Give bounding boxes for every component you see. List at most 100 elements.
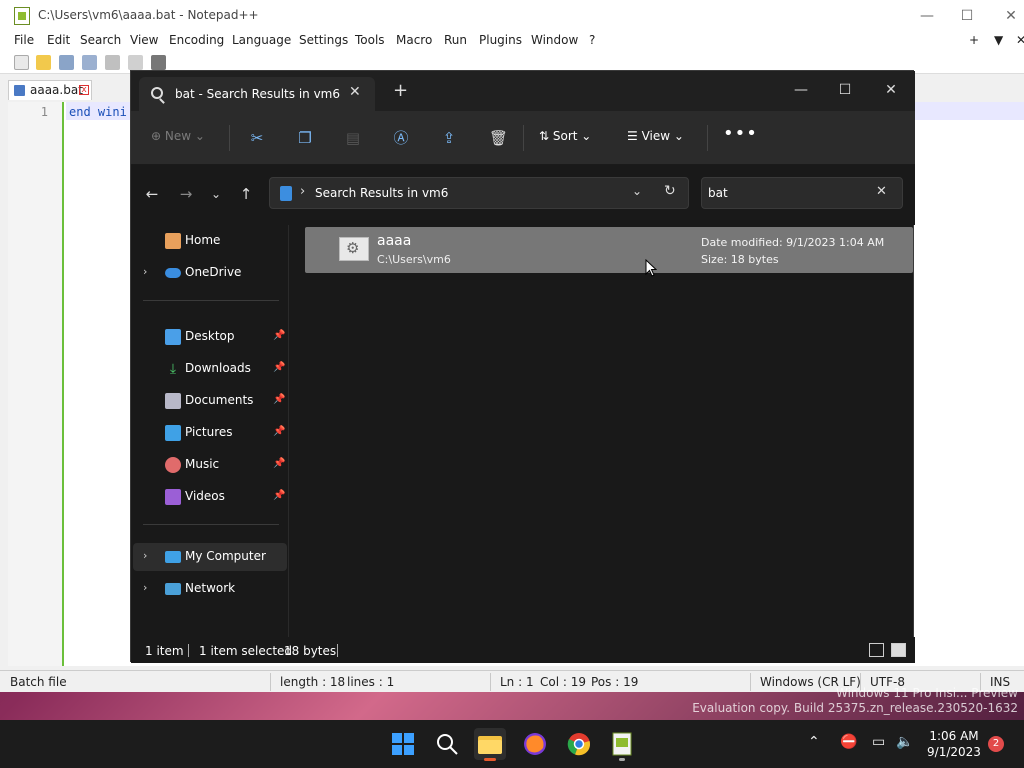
menu-macro[interactable]: Macro	[396, 33, 432, 47]
display-icon[interactable]: ▭	[872, 734, 885, 750]
menu-close-doc[interactable]: ✕	[1016, 33, 1024, 47]
rename-icon[interactable]: Ⓐ	[393, 130, 409, 146]
close-file-icon[interactable]	[105, 55, 120, 70]
close-button[interactable]: ✕	[996, 5, 1024, 27]
maximize-button[interactable]: ☐	[952, 5, 982, 27]
expand-chevron-icon[interactable]: ›	[143, 581, 147, 594]
nav-item-pictures[interactable]: Pictures 📌	[133, 419, 287, 447]
cut-icon[interactable]: ✂	[249, 130, 265, 146]
up-button[interactable]: ↑	[235, 183, 257, 205]
menu-tools[interactable]: Tools	[355, 33, 385, 47]
expand-chevron-icon[interactable]: ›	[143, 265, 147, 278]
search-folder-icon	[280, 186, 292, 201]
view-button[interactable]: ☰ View ⌄	[627, 129, 684, 143]
taskbar-file-explorer[interactable]	[474, 728, 506, 761]
nav-item-documents[interactable]: Documents 📌	[133, 387, 287, 415]
copy-icon[interactable]: ❐	[297, 130, 313, 146]
explorer-tab[interactable]: bat - Search Results in vm6 ✕	[139, 77, 375, 111]
nav-item-label: Desktop	[185, 329, 235, 343]
pin-icon: 📌	[273, 490, 286, 501]
clear-search-icon[interactable]: ✕	[876, 184, 887, 199]
watermark-edition: Windows 11 Pro Insi... Preview	[835, 686, 1018, 700]
document-tab[interactable]: aaaa.bat x	[8, 80, 92, 100]
command-separator	[707, 125, 708, 151]
menu-settings[interactable]: Settings	[299, 33, 348, 47]
nav-item-videos[interactable]: Videos 📌	[133, 483, 287, 511]
status-selected: 1 item selected	[199, 644, 293, 658]
open-file-icon[interactable]	[36, 55, 51, 70]
volume-icon[interactable]: 🔈	[896, 734, 913, 750]
refresh-icon[interactable]: ↻	[664, 183, 676, 199]
expand-chevron-icon[interactable]: ›	[143, 549, 147, 562]
nav-item-downloads[interactable]: ⤓ Downloads 📌	[133, 355, 287, 383]
menu-plugins[interactable]: Plugins	[479, 33, 522, 47]
taskbar: ⌃ ⛔ ▭ 🔈 1:06 AM 9/1/2023 2	[0, 720, 1024, 768]
menu-language[interactable]: Language	[232, 33, 291, 47]
nav-item-home[interactable]: Home	[133, 227, 287, 255]
new-button-label: New	[164, 129, 192, 143]
minimize-button[interactable]: —	[912, 5, 942, 27]
result-file-name: aaaa	[377, 233, 412, 249]
menu-encoding[interactable]: Encoding	[169, 33, 224, 47]
details-view-icon[interactable]	[869, 643, 884, 657]
nav-item-music[interactable]: Music 📌	[133, 451, 287, 479]
nav-item-my-computer[interactable]: › My Computer	[133, 543, 287, 571]
more-options-button[interactable]: •••	[723, 123, 758, 144]
new-file-icon[interactable]	[14, 55, 29, 70]
menu-view[interactable]: View	[130, 33, 158, 47]
print-icon[interactable]	[151, 55, 166, 70]
clock-date: 9/1/2023	[927, 745, 981, 759]
menu-window[interactable]: Window	[531, 33, 578, 47]
search-input[interactable]	[708, 183, 868, 203]
menu-search[interactable]: Search	[80, 33, 121, 47]
menu-edit[interactable]: Edit	[47, 33, 70, 47]
tab-close-icon[interactable]: ✕	[349, 84, 361, 100]
notification-badge[interactable]: 2	[988, 736, 1004, 752]
close-icon[interactable]: x	[79, 85, 89, 95]
new-tab-button[interactable]: +	[393, 82, 408, 100]
delete-icon[interactable]: 🗑	[489, 130, 508, 146]
taskbar-firefox[interactable]	[519, 728, 551, 760]
address-bar[interactable]: › Search Results in vm6 ⌄ ↻	[269, 177, 689, 209]
new-button[interactable]: ⊕ New ⌄	[151, 129, 205, 143]
explorer-maximize-button[interactable]: ☐	[825, 77, 865, 103]
explorer-minimize-button[interactable]: —	[781, 77, 821, 103]
nav-item-onedrive[interactable]: › OneDrive	[133, 259, 287, 287]
nav-item-desktop[interactable]: Desktop 📌	[133, 323, 287, 351]
pin-icon: 📌	[273, 362, 286, 373]
sort-button-label: Sort	[552, 129, 578, 143]
forward-button[interactable]: →	[175, 183, 197, 205]
menu-new-tab[interactable]: +	[969, 33, 979, 47]
menu-file[interactable]: File	[14, 33, 34, 47]
explorer-close-button[interactable]: ✕	[871, 77, 911, 103]
status-file-type: Batch file	[10, 675, 67, 689]
network-offline-icon[interactable]: ⛔	[840, 734, 857, 750]
menu-tab-list[interactable]: ▼	[994, 33, 1003, 47]
search-box[interactable]: ✕	[701, 177, 903, 209]
taskbar-chrome[interactable]	[563, 728, 595, 760]
save-all-icon[interactable]	[82, 55, 97, 70]
address-dropdown-icon[interactable]: ⌄	[632, 184, 642, 198]
code-text[interactable]: end wini	[69, 105, 127, 119]
save-icon[interactable]	[59, 55, 74, 70]
sort-button[interactable]: ⇅ Sort ⌄	[539, 129, 591, 143]
show-hidden-icons-button[interactable]: ⌃	[808, 734, 820, 750]
chevron-right-icon: ›	[300, 184, 306, 199]
status-pos: Pos : 19	[591, 675, 639, 689]
back-button[interactable]: ←	[141, 183, 163, 205]
nav-item-network[interactable]: › Network	[133, 575, 287, 603]
search-result-row[interactable]: aaaa C:\Users\vm6 Date modified: 9/1/202…	[305, 227, 913, 273]
recent-locations-button[interactable]: ⌄	[205, 183, 227, 205]
paste-icon[interactable]: ▤	[345, 130, 361, 146]
start-button[interactable]	[387, 728, 419, 760]
tiles-view-icon[interactable]	[891, 643, 906, 657]
clock[interactable]: 1:06 AM 9/1/2023	[924, 728, 984, 760]
share-icon[interactable]: ⇪	[441, 130, 457, 146]
taskbar-search-button[interactable]	[431, 728, 463, 760]
menu-help[interactable]: ?	[589, 33, 595, 47]
taskbar-notepadpp[interactable]	[606, 728, 638, 761]
address-path: Search Results in vm6	[315, 186, 449, 200]
sort-icon: ⇅	[539, 129, 553, 143]
menu-run[interactable]: Run	[444, 33, 467, 47]
close-all-icon[interactable]	[128, 55, 143, 70]
